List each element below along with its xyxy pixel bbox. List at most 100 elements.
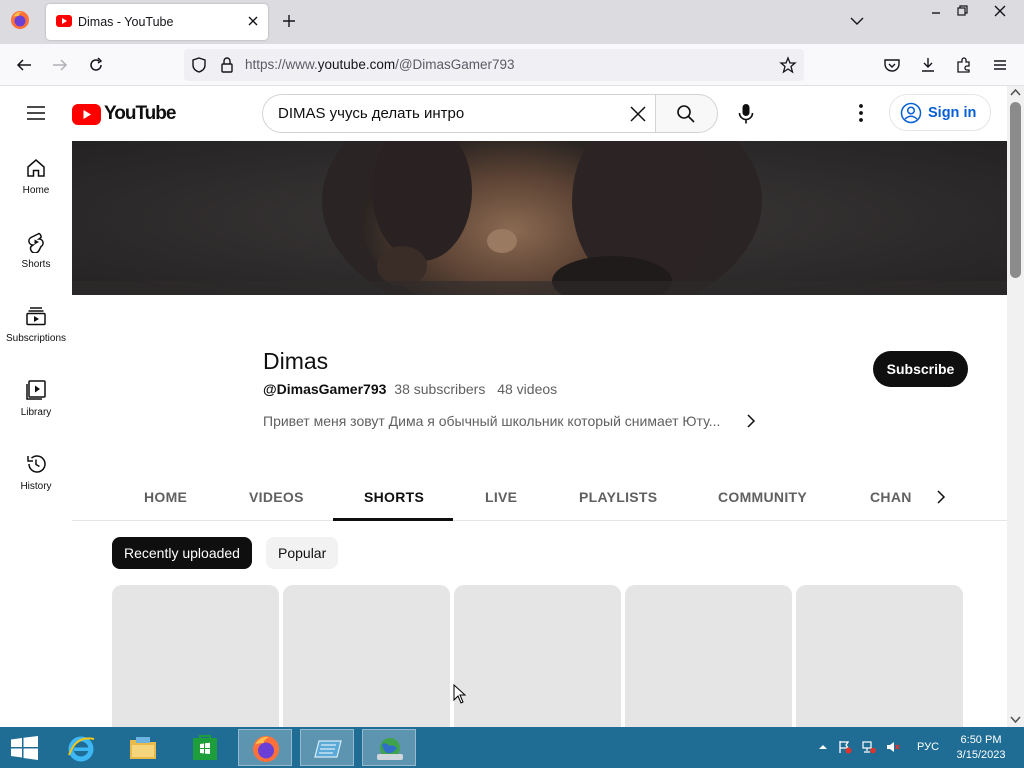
action-center-flag-icon[interactable]: [838, 740, 852, 754]
sign-in-button[interactable]: Sign in: [889, 94, 991, 131]
lock-icon[interactable]: [219, 56, 235, 74]
tab-community[interactable]: COMMUNITY: [718, 489, 807, 505]
sidebar-item-shorts[interactable]: Shorts: [0, 215, 72, 289]
search-button[interactable]: [655, 94, 718, 133]
short-placeholder[interactable]: [112, 585, 279, 727]
shorts-icon: [28, 232, 44, 253]
sidebar-item-subscriptions[interactable]: Subscriptions: [0, 289, 72, 363]
clear-search-icon[interactable]: [629, 105, 647, 123]
library-icon: [26, 380, 46, 400]
search-input[interactable]: DIMAS учусь делать интро: [262, 94, 655, 133]
tab-channels-clip: CHANNELS: [870, 466, 912, 521]
new-tab-icon[interactable]: [280, 12, 298, 30]
show-hidden-icons-icon[interactable]: [816, 740, 830, 754]
scrollbar-thumb[interactable]: [1010, 102, 1021, 278]
close-tab-icon[interactable]: [244, 12, 262, 30]
youtube-favicon-icon: [56, 15, 72, 27]
pocket-icon[interactable]: [883, 56, 901, 74]
taskbar-window-app[interactable]: [300, 729, 354, 766]
tab-title: Dimas - YouTube: [78, 15, 174, 29]
browser-tab-youtube[interactable]: Dimas - YouTube: [46, 4, 268, 40]
back-icon[interactable]: [15, 56, 33, 74]
youtube-masthead: YouTube DIMAS учусь делать интро Sign in: [0, 86, 1007, 141]
microphone-icon: [738, 104, 754, 124]
taskbar-file-explorer[interactable]: [116, 729, 170, 766]
restore-window-icon[interactable]: [948, 2, 976, 20]
channel-banner-image: [72, 141, 1007, 295]
application-window-icon: [314, 740, 342, 758]
store-icon: [193, 735, 217, 760]
history-icon: [27, 455, 46, 473]
windows-taskbar: РУС 6:50 PM 3/15/2023: [0, 727, 1024, 768]
system-clock[interactable]: 6:50 PM 3/15/2023: [948, 733, 1014, 763]
bookmark-star-icon[interactable]: [779, 56, 797, 74]
address-bar[interactable]: https://www.youtube.com/@DimasGamer793: [184, 49, 804, 81]
guide-menu-icon[interactable]: [26, 103, 46, 123]
taskbar-network-globe[interactable]: [362, 729, 416, 766]
search-icon: [677, 105, 695, 123]
browser-nav-bar: https://www.youtube.com/@DimasGamer793: [0, 44, 1024, 86]
taskbar-firefox[interactable]: [238, 729, 292, 766]
tracking-protection-shield-icon[interactable]: [190, 56, 208, 74]
app-menu-icon[interactable]: [991, 56, 1009, 74]
active-tab-indicator: [333, 518, 453, 521]
tab-live[interactable]: LIVE: [485, 489, 517, 505]
forward-icon[interactable]: [51, 56, 69, 74]
reload-icon[interactable]: [87, 56, 105, 74]
firefox-icon[interactable]: [10, 10, 30, 30]
downloads-icon[interactable]: [919, 56, 937, 74]
folder-icon: [130, 737, 156, 759]
channel-meta: @DimasGamer793 38 subscribers 48 videos: [263, 381, 557, 397]
firefox-icon: [253, 736, 279, 762]
tab-shorts[interactable]: SHORTS: [364, 489, 424, 505]
short-placeholder[interactable]: [454, 585, 621, 727]
settings-more-icon[interactable]: [850, 102, 872, 124]
short-placeholder[interactable]: [283, 585, 450, 727]
browser-tab-bar: Dimas - YouTube: [0, 0, 1024, 44]
tab-videos[interactable]: VIDEOS: [249, 489, 304, 505]
taskbar-internet-explorer[interactable]: [54, 729, 108, 766]
tab-home[interactable]: HOME: [144, 489, 187, 505]
tab-playlists[interactable]: PLAYLISTS: [579, 489, 657, 505]
subscriptions-icon: [26, 307, 46, 326]
sidebar-item-home[interactable]: Home: [0, 141, 72, 215]
extensions-icon[interactable]: [955, 56, 973, 74]
sidebar-item-history[interactable]: History: [0, 437, 72, 511]
sidebar-item-library[interactable]: Library: [0, 363, 72, 437]
mouse-cursor-icon: [453, 684, 467, 704]
scroll-down-icon[interactable]: [1010, 714, 1021, 724]
tab-channels[interactable]: CHANNELS: [870, 489, 912, 505]
youtube-logo[interactable]: YouTube: [72, 103, 176, 125]
tabs-scroll-right-icon[interactable]: [933, 489, 949, 505]
guide-sidebar: Home Shorts Subscriptions Library Histor…: [0, 141, 72, 727]
minimize-window-icon[interactable]: [922, 2, 950, 20]
voice-search-button[interactable]: [727, 94, 766, 133]
input-language[interactable]: РУС: [917, 741, 939, 753]
close-window-icon[interactable]: [986, 2, 1014, 20]
subscribe-button[interactable]: Subscribe: [873, 351, 968, 387]
home-icon: [27, 159, 45, 177]
youtube-page: YouTube DIMAS учусь делать интро Sign in…: [0, 86, 1007, 727]
short-placeholder[interactable]: [625, 585, 792, 727]
globe-network-icon: [377, 738, 403, 760]
taskbar-store[interactable]: [178, 729, 232, 766]
volume-muted-icon[interactable]: [886, 740, 900, 754]
scroll-up-icon[interactable]: [1010, 88, 1021, 98]
chip-popular[interactable]: Popular: [266, 537, 339, 569]
page-scrollbar[interactable]: [1007, 86, 1024, 727]
channel-description[interactable]: Привет меня зовут Дима я обычный школьни…: [263, 413, 720, 429]
network-status-icon[interactable]: [862, 740, 876, 754]
account-icon: [900, 102, 922, 123]
short-placeholder[interactable]: [796, 585, 963, 727]
channel-handle: @DimasGamer793: [263, 381, 387, 397]
chevron-right-icon[interactable]: [743, 413, 759, 429]
channel-name: Dimas: [263, 348, 329, 374]
windows-start-icon[interactable]: [11, 736, 38, 760]
channel-tabs: HOME VIDEOS SHORTS LIVE PLAYLISTS COMMUN…: [72, 466, 1007, 521]
video-count: 48 videos: [497, 381, 558, 397]
internet-explorer-icon: [68, 736, 95, 762]
url-text[interactable]: https://www.youtube.com/@DimasGamer793: [245, 57, 515, 72]
subscriber-count: 38 subscribers: [394, 381, 486, 397]
chip-recently-uploaded[interactable]: Recently uploaded: [112, 537, 252, 569]
list-all-tabs-icon[interactable]: [850, 14, 864, 28]
